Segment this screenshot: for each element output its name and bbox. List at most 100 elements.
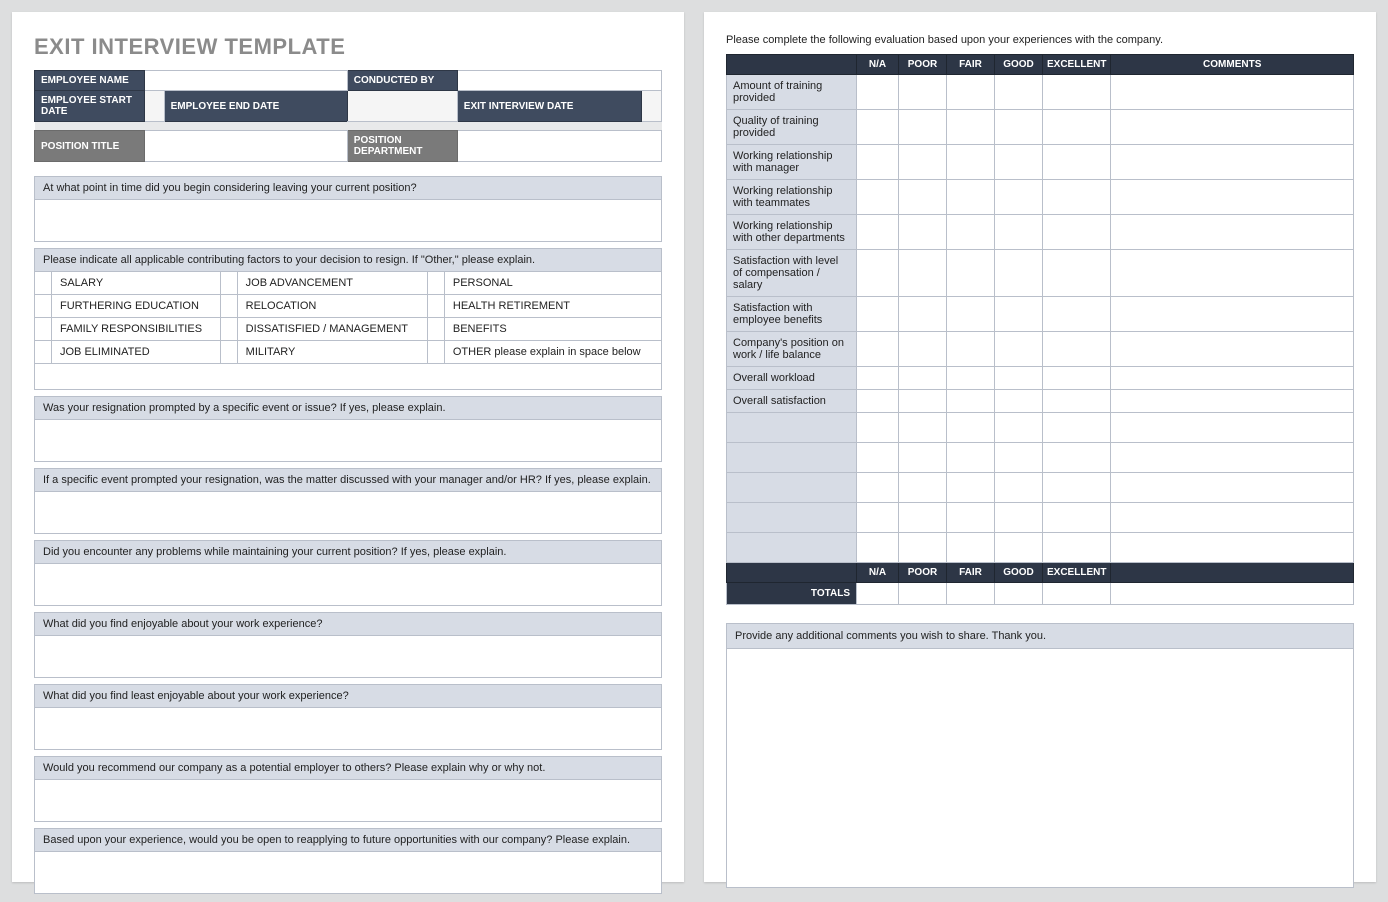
eval-row-3-poor[interactable] bbox=[899, 180, 947, 215]
eval-row-2-poor[interactable] bbox=[899, 145, 947, 180]
eval-blank-1-comments[interactable] bbox=[1111, 443, 1354, 473]
eval-row-0-excellent[interactable] bbox=[1043, 75, 1111, 110]
q1-input[interactable] bbox=[35, 200, 662, 242]
input-conducted-by[interactable] bbox=[457, 71, 661, 91]
eval-row-1-comments[interactable] bbox=[1111, 110, 1354, 145]
eval-blank-0-poor[interactable] bbox=[899, 413, 947, 443]
eval-row-6-fair[interactable] bbox=[947, 297, 995, 332]
eval-row-5-fair[interactable] bbox=[947, 250, 995, 297]
eval-blank-4-comments[interactable] bbox=[1111, 533, 1354, 563]
factor-check-job-advancement[interactable] bbox=[220, 272, 237, 295]
q7-input[interactable] bbox=[35, 780, 662, 822]
eval-row-6-poor[interactable] bbox=[899, 297, 947, 332]
eval-row-8-comments[interactable] bbox=[1111, 367, 1354, 390]
totals-excellent[interactable] bbox=[1043, 583, 1111, 605]
eval-row-5-excellent[interactable] bbox=[1043, 250, 1111, 297]
eval-row-0-na[interactable] bbox=[857, 75, 899, 110]
eval-row-0-poor[interactable] bbox=[899, 75, 947, 110]
input-employee-name[interactable] bbox=[145, 71, 348, 91]
factor-check-family[interactable] bbox=[35, 318, 52, 341]
eval-row-0-fair[interactable] bbox=[947, 75, 995, 110]
eval-row-6-comments[interactable] bbox=[1111, 297, 1354, 332]
eval-blank-0-fair[interactable] bbox=[947, 413, 995, 443]
eval-row-4-good[interactable] bbox=[995, 215, 1043, 250]
eval-blank-4-fair[interactable] bbox=[947, 533, 995, 563]
eval-row-9-comments[interactable] bbox=[1111, 390, 1354, 413]
eval-row-0-comments[interactable] bbox=[1111, 75, 1354, 110]
totals-comments[interactable] bbox=[1111, 583, 1354, 605]
factor-check-education[interactable] bbox=[35, 295, 52, 318]
eval-row-7-comments[interactable] bbox=[1111, 332, 1354, 367]
factors-other-input[interactable] bbox=[35, 364, 662, 390]
factor-check-relocation[interactable] bbox=[220, 295, 237, 318]
totals-fair[interactable] bbox=[947, 583, 995, 605]
eval-blank-1-excellent[interactable] bbox=[1043, 443, 1111, 473]
eval-row-2-na[interactable] bbox=[857, 145, 899, 180]
factor-check-benefits[interactable] bbox=[427, 318, 444, 341]
eval-blank-3-comments[interactable] bbox=[1111, 503, 1354, 533]
eval-row-4-poor[interactable] bbox=[899, 215, 947, 250]
eval-row-4-excellent[interactable] bbox=[1043, 215, 1111, 250]
eval-blank-4-na[interactable] bbox=[857, 533, 899, 563]
eval-row-3-na[interactable] bbox=[857, 180, 899, 215]
factor-check-salary[interactable] bbox=[35, 272, 52, 295]
input-position-title[interactable] bbox=[145, 131, 348, 162]
eval-row-7-fair[interactable] bbox=[947, 332, 995, 367]
eval-row-7-excellent[interactable] bbox=[1043, 332, 1111, 367]
eval-row-1-na[interactable] bbox=[857, 110, 899, 145]
eval-blank-2-na[interactable] bbox=[857, 473, 899, 503]
eval-blank-4-good[interactable] bbox=[995, 533, 1043, 563]
factor-check-other[interactable] bbox=[427, 341, 444, 364]
eval-blank-1-good[interactable] bbox=[995, 443, 1043, 473]
eval-row-5-na[interactable] bbox=[857, 250, 899, 297]
eval-row-1-poor[interactable] bbox=[899, 110, 947, 145]
eval-row-6-excellent[interactable] bbox=[1043, 297, 1111, 332]
eval-blank-2-poor[interactable] bbox=[899, 473, 947, 503]
eval-blank-3-excellent[interactable] bbox=[1043, 503, 1111, 533]
eval-blank-1-na[interactable] bbox=[857, 443, 899, 473]
q3-input[interactable] bbox=[35, 492, 662, 534]
eval-row-4-na[interactable] bbox=[857, 215, 899, 250]
eval-blank-3-poor[interactable] bbox=[899, 503, 947, 533]
eval-row-4-fair[interactable] bbox=[947, 215, 995, 250]
eval-blank-4-excellent[interactable] bbox=[1043, 533, 1111, 563]
eval-blank-1-poor[interactable] bbox=[899, 443, 947, 473]
eval-row-5-comments[interactable] bbox=[1111, 250, 1354, 297]
eval-row-8-excellent[interactable] bbox=[1043, 367, 1111, 390]
eval-blank-0-good[interactable] bbox=[995, 413, 1043, 443]
eval-row-9-good[interactable] bbox=[995, 390, 1043, 413]
eval-row-9-na[interactable] bbox=[857, 390, 899, 413]
eval-blank-2-fair[interactable] bbox=[947, 473, 995, 503]
factor-check-health[interactable] bbox=[427, 295, 444, 318]
eval-row-9-poor[interactable] bbox=[899, 390, 947, 413]
input-exit-date[interactable] bbox=[642, 91, 662, 122]
factor-check-dissatisfied[interactable] bbox=[220, 318, 237, 341]
totals-good[interactable] bbox=[995, 583, 1043, 605]
eval-row-5-poor[interactable] bbox=[899, 250, 947, 297]
totals-poor[interactable] bbox=[899, 583, 947, 605]
eval-row-0-good[interactable] bbox=[995, 75, 1043, 110]
eval-blank-3-na[interactable] bbox=[857, 503, 899, 533]
input-end-date[interactable] bbox=[347, 91, 457, 122]
additional-comments-input[interactable] bbox=[726, 648, 1354, 888]
eval-blank-4-poor[interactable] bbox=[899, 533, 947, 563]
eval-row-2-fair[interactable] bbox=[947, 145, 995, 180]
eval-row-2-comments[interactable] bbox=[1111, 145, 1354, 180]
eval-row-3-comments[interactable] bbox=[1111, 180, 1354, 215]
eval-blank-3-good[interactable] bbox=[995, 503, 1043, 533]
eval-blank-2-comments[interactable] bbox=[1111, 473, 1354, 503]
factor-check-personal[interactable] bbox=[427, 272, 444, 295]
eval-blank-1-fair[interactable] bbox=[947, 443, 995, 473]
eval-row-5-good[interactable] bbox=[995, 250, 1043, 297]
eval-row-3-good[interactable] bbox=[995, 180, 1043, 215]
eval-blank-0-na[interactable] bbox=[857, 413, 899, 443]
eval-row-8-na[interactable] bbox=[857, 367, 899, 390]
eval-row-1-good[interactable] bbox=[995, 110, 1043, 145]
factor-check-eliminated[interactable] bbox=[35, 341, 52, 364]
eval-row-8-good[interactable] bbox=[995, 367, 1043, 390]
eval-row-9-fair[interactable] bbox=[947, 390, 995, 413]
eval-row-1-fair[interactable] bbox=[947, 110, 995, 145]
eval-blank-3-fair[interactable] bbox=[947, 503, 995, 533]
eval-row-7-good[interactable] bbox=[995, 332, 1043, 367]
eval-blank-0-comments[interactable] bbox=[1111, 413, 1354, 443]
